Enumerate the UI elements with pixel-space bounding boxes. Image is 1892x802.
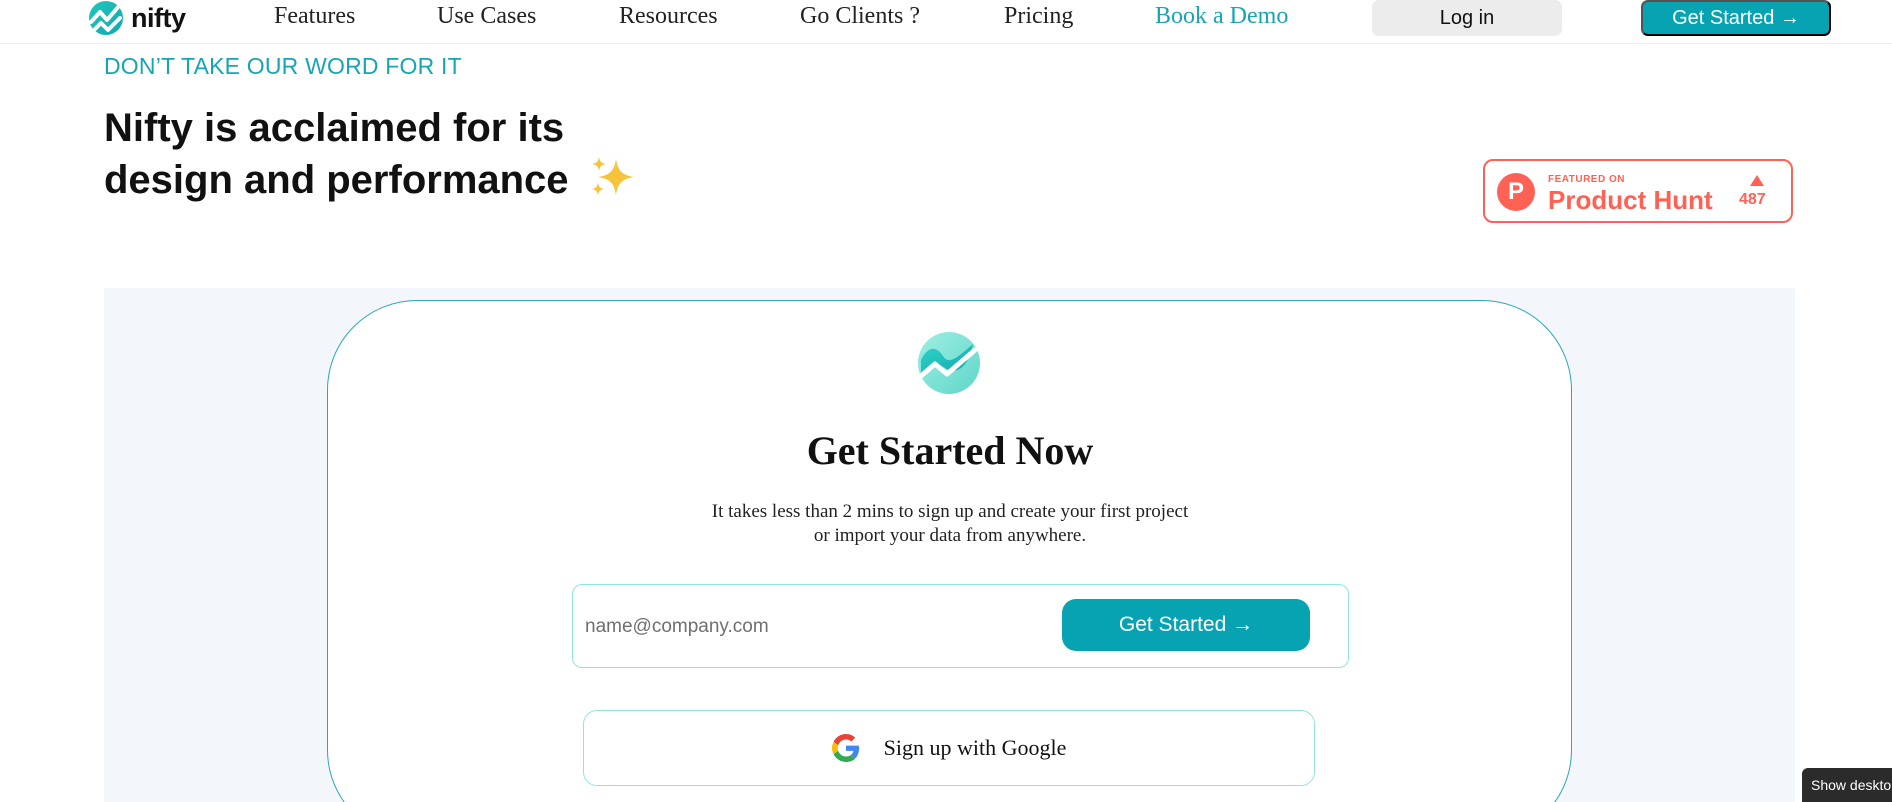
upvote-arrow-icon: [1750, 175, 1764, 186]
sparkles-icon: [590, 155, 636, 210]
headline-line-1: Nifty is acclaimed for its: [104, 106, 565, 150]
signup-title: Get Started Now: [806, 428, 1094, 473]
show-desktop-toast[interactable]: Show deskto: [1802, 768, 1892, 802]
nav-link-go-clients[interactable]: Go Clients ?: [800, 3, 920, 30]
google-signup-label: Sign up with Google: [883, 735, 1067, 760]
nifty-emblem-icon: [915, 330, 983, 401]
product-hunt-badge[interactable]: P FEATURED ON Product Hunt 487: [1483, 159, 1793, 223]
nav-link-pricing[interactable]: Pricing: [1004, 3, 1073, 30]
google-signup-button[interactable]: Sign up with Google: [583, 710, 1315, 786]
product-hunt-name: Product Hunt: [1548, 185, 1713, 215]
top-nav: nifty Features Use Cases Resources Go Cl…: [0, 0, 1892, 44]
google-icon: [831, 734, 859, 762]
email-signup-form: Get Started →: [572, 584, 1349, 668]
nav-link-use-cases[interactable]: Use Cases: [437, 3, 536, 30]
page-headline: Nifty is acclaimed for its design and pe…: [104, 102, 724, 210]
nav-link-features[interactable]: Features: [274, 3, 355, 30]
headline-line-2: design and performance: [104, 158, 569, 202]
nifty-logo-icon: [89, 1, 123, 35]
email-input[interactable]: [583, 607, 1027, 647]
nav-link-book-demo[interactable]: Book a Demo: [1155, 3, 1288, 30]
login-button[interactable]: Log in: [1372, 0, 1562, 36]
nifty-logo[interactable]: nifty: [87, 0, 186, 36]
nav-link-resources[interactable]: Resources: [619, 3, 718, 30]
signup-subtitle-line-2: or import your data from anywhere.: [813, 525, 1087, 546]
nav-get-started-button[interactable]: Get Started →: [1641, 0, 1831, 36]
logo-text: nifty: [131, 2, 186, 33]
product-hunt-logo-icon: P: [1497, 173, 1535, 211]
section-eyebrow: DON’T TAKE OUR WORD FOR IT: [104, 53, 462, 79]
product-hunt-featured-label: FEATURED ON: [1548, 174, 1625, 185]
signup-subtitle-line-1: It takes less than 2 mins to sign up and…: [711, 501, 1189, 522]
signup-subtitle: It takes less than 2 mins to sign up and…: [0, 500, 1892, 548]
signup-get-started-button[interactable]: Get Started →: [1062, 599, 1310, 651]
product-hunt-upvote-count: 487: [1739, 191, 1766, 208]
